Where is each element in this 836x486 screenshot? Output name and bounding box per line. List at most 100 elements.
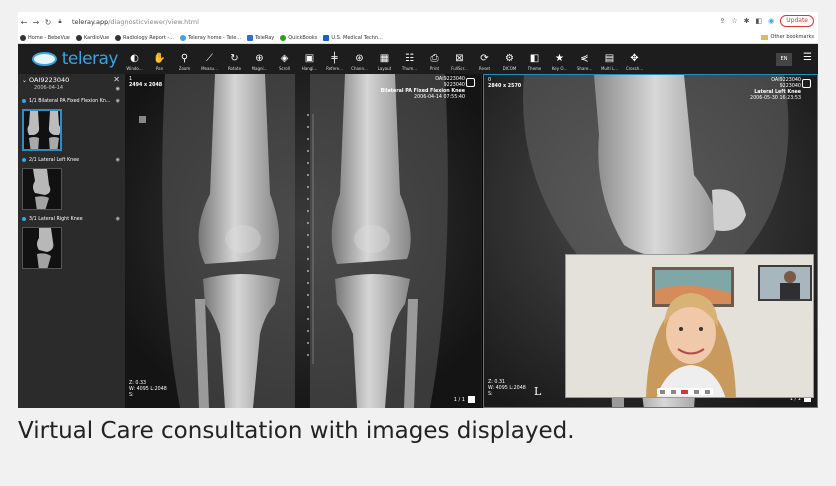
- series-thumbnail[interactable]: [22, 168, 62, 210]
- series-bullet-icon: [22, 158, 26, 162]
- camera-icon[interactable]: [670, 389, 676, 394]
- sidepanel-icon[interactable]: ◧: [756, 17, 763, 25]
- video-call-window[interactable]: [565, 254, 814, 398]
- bookmark-label: TeleRay: [255, 34, 275, 41]
- bookmark-item[interactable]: TeleRay: [247, 34, 275, 41]
- ruler-tool-button[interactable]: ⟋ Measu...: [197, 52, 222, 74]
- xray-bilateral-knee-image: [125, 74, 481, 408]
- address-field[interactable]: teleray.app/diagnosticviewer/view.html: [72, 18, 199, 26]
- share-icon: ⋞: [580, 53, 589, 64]
- screen-share-icon[interactable]: [694, 389, 700, 394]
- tool-label: Windo...: [126, 66, 143, 71]
- viewport-layout-icon[interactable]: [466, 78, 475, 87]
- series-item[interactable]: 3/1 Lateral Right Knee ◉: [18, 214, 125, 224]
- tool-label: Measu...: [201, 66, 218, 71]
- image-viewport-1[interactable]: 1 2494 x 2048 OAI9223040 9223040 Bilater…: [125, 74, 482, 408]
- tool-label: Zoom: [178, 66, 191, 71]
- grid-tool-button[interactable]: ▦ Layout: [372, 52, 397, 74]
- extensions-icon[interactable]: ✱: [744, 17, 750, 25]
- rotate-tool-button[interactable]: ↻ Rotate: [222, 52, 247, 74]
- star-icon: ★: [555, 53, 564, 64]
- print-tool-button[interactable]: ⎙ Print: [422, 52, 447, 74]
- more-icon[interactable]: [705, 389, 711, 394]
- save-image-icon[interactable]: [468, 396, 475, 403]
- contrast-tool-button[interactable]: ◐ Windo...: [122, 52, 147, 74]
- hand-tool-button[interactable]: ✋ Pan: [147, 52, 172, 74]
- star-tool-button[interactable]: ★ Key O...: [547, 52, 572, 74]
- bookmark-label: KardioVue: [83, 34, 110, 41]
- language-button[interactable]: EN: [776, 53, 792, 66]
- globe-icon: [20, 34, 26, 41]
- ruler-icon: ⟋: [206, 53, 213, 64]
- viewport-layout-icon[interactable]: [802, 79, 811, 88]
- update-button[interactable]: Update: [780, 15, 814, 27]
- tool-label: Rotate: [227, 66, 242, 71]
- eye-icon[interactable]: ◉: [116, 216, 120, 222]
- bookmark-item[interactable]: QuickBooks: [280, 34, 317, 41]
- back-arrow-icon[interactable]: ←: [18, 18, 30, 27]
- window-level-readout: W: 4095 L:2048: [129, 387, 167, 392]
- bookmark-label: Home - BebeVue: [28, 34, 70, 41]
- share-page-icon[interactable]: ⇪: [720, 17, 726, 25]
- reference-tool-button[interactable]: ╪ Refere...: [322, 52, 347, 74]
- tool-label: FullScr...: [451, 66, 468, 71]
- forward-arrow-icon[interactable]: →: [30, 18, 42, 27]
- dicom-tool-button[interactable]: ⚙ DICOM: [497, 52, 522, 74]
- tool-label: Thum...: [401, 66, 418, 71]
- magnify-icon: ⊕: [255, 53, 264, 64]
- tool-label: Theme: [527, 66, 542, 71]
- patient-date: 2006-04-14: [34, 85, 64, 91]
- series-item[interactable]: 1/1 Bilateral PA Fixed Flexion Kn... ◉: [18, 96, 125, 106]
- patient-name: OAI9223040: [435, 77, 465, 82]
- bookmark-item[interactable]: Home - BebeVue: [20, 34, 70, 41]
- knee-lateral-right-thumbnail-image: [23, 228, 61, 268]
- thumbnail-tool-button[interactable]: ☷ Thum...: [397, 52, 422, 74]
- fullscreen-tool-button[interactable]: ⊠ FullScr...: [447, 52, 472, 74]
- crosshair-tool-button[interactable]: ✥ Crossh...: [622, 52, 647, 74]
- eye-icon[interactable]: ◉: [116, 98, 120, 104]
- bookmark-item[interactable]: U.S. Medical Techn...: [323, 34, 383, 41]
- eye-icon[interactable]: ◉: [116, 157, 120, 163]
- study-datetime: 2006-04-14 07:55:40: [414, 95, 465, 100]
- tool-label: Print: [429, 66, 440, 71]
- patient-number: 9223040: [779, 84, 801, 89]
- series-bullet-icon: [22, 217, 26, 221]
- reset-tool-button[interactable]: ⟳ Reset: [472, 52, 497, 74]
- tool-label: Scroll: [279, 66, 290, 71]
- channel-icon: ⊛: [355, 53, 364, 64]
- zoom-tool-button[interactable]: ⚲ Zoom: [172, 52, 197, 74]
- bookmark-item[interactable]: KardioVue: [75, 34, 110, 41]
- series-item[interactable]: 2/1 Lateral Left Knee ◉: [18, 155, 125, 165]
- hanging-tool-button[interactable]: ▣ Hangi...: [297, 52, 322, 74]
- print-icon: ⎙: [430, 53, 439, 64]
- bookmark-label: Radiology Report -...: [123, 34, 174, 41]
- bookmark-item[interactable]: Teleray home - Tele...: [179, 34, 241, 41]
- multi-tool-button[interactable]: ▤ Multi L...: [597, 52, 622, 74]
- hangup-icon[interactable]: [681, 389, 689, 394]
- other-bookmarks[interactable]: Other bookmarks: [760, 34, 814, 40]
- magnify-tool-button[interactable]: ⊕ Magni...: [247, 52, 272, 74]
- collapse-chevron-icon[interactable]: ⌄: [22, 77, 27, 84]
- series-thumbnail[interactable]: [22, 109, 62, 151]
- bookmark-item[interactable]: Radiology Report -...: [115, 34, 174, 41]
- profile-avatar[interactable]: ◉: [768, 17, 774, 25]
- crosshair-icon: ✥: [630, 53, 639, 64]
- patient-name: OAI9223040: [771, 78, 801, 83]
- tool-label: Reset: [478, 66, 491, 71]
- series-thumbnail[interactable]: [22, 227, 62, 269]
- laterality-marker: L: [534, 385, 542, 398]
- bookmark-star-icon[interactable]: ☆: [731, 17, 737, 25]
- close-icon[interactable]: ✕: [113, 75, 120, 84]
- settings-sliders-icon[interactable]: ☰: [803, 52, 812, 63]
- eye-icon[interactable]: ◉: [116, 86, 120, 92]
- reload-icon[interactable]: ↻: [42, 18, 54, 27]
- tool-label: Share...: [576, 66, 593, 71]
- patient-header[interactable]: ⌄ OAI9223040 2006-04-14 ✕ ◉: [18, 74, 125, 96]
- knee-pa-thumbnail-image: [24, 111, 60, 149]
- channel-tool-button[interactable]: ⊛ Chann...: [347, 52, 372, 74]
- layers-tool-button[interactable]: ◈ Scroll: [272, 52, 297, 74]
- mic-icon[interactable]: [659, 389, 665, 394]
- share-tool-button[interactable]: ⋞ Share...: [572, 52, 597, 74]
- series-label: 3/1 Lateral Right Knee: [29, 216, 83, 222]
- theme-tool-button[interactable]: ◧ Theme: [522, 52, 547, 74]
